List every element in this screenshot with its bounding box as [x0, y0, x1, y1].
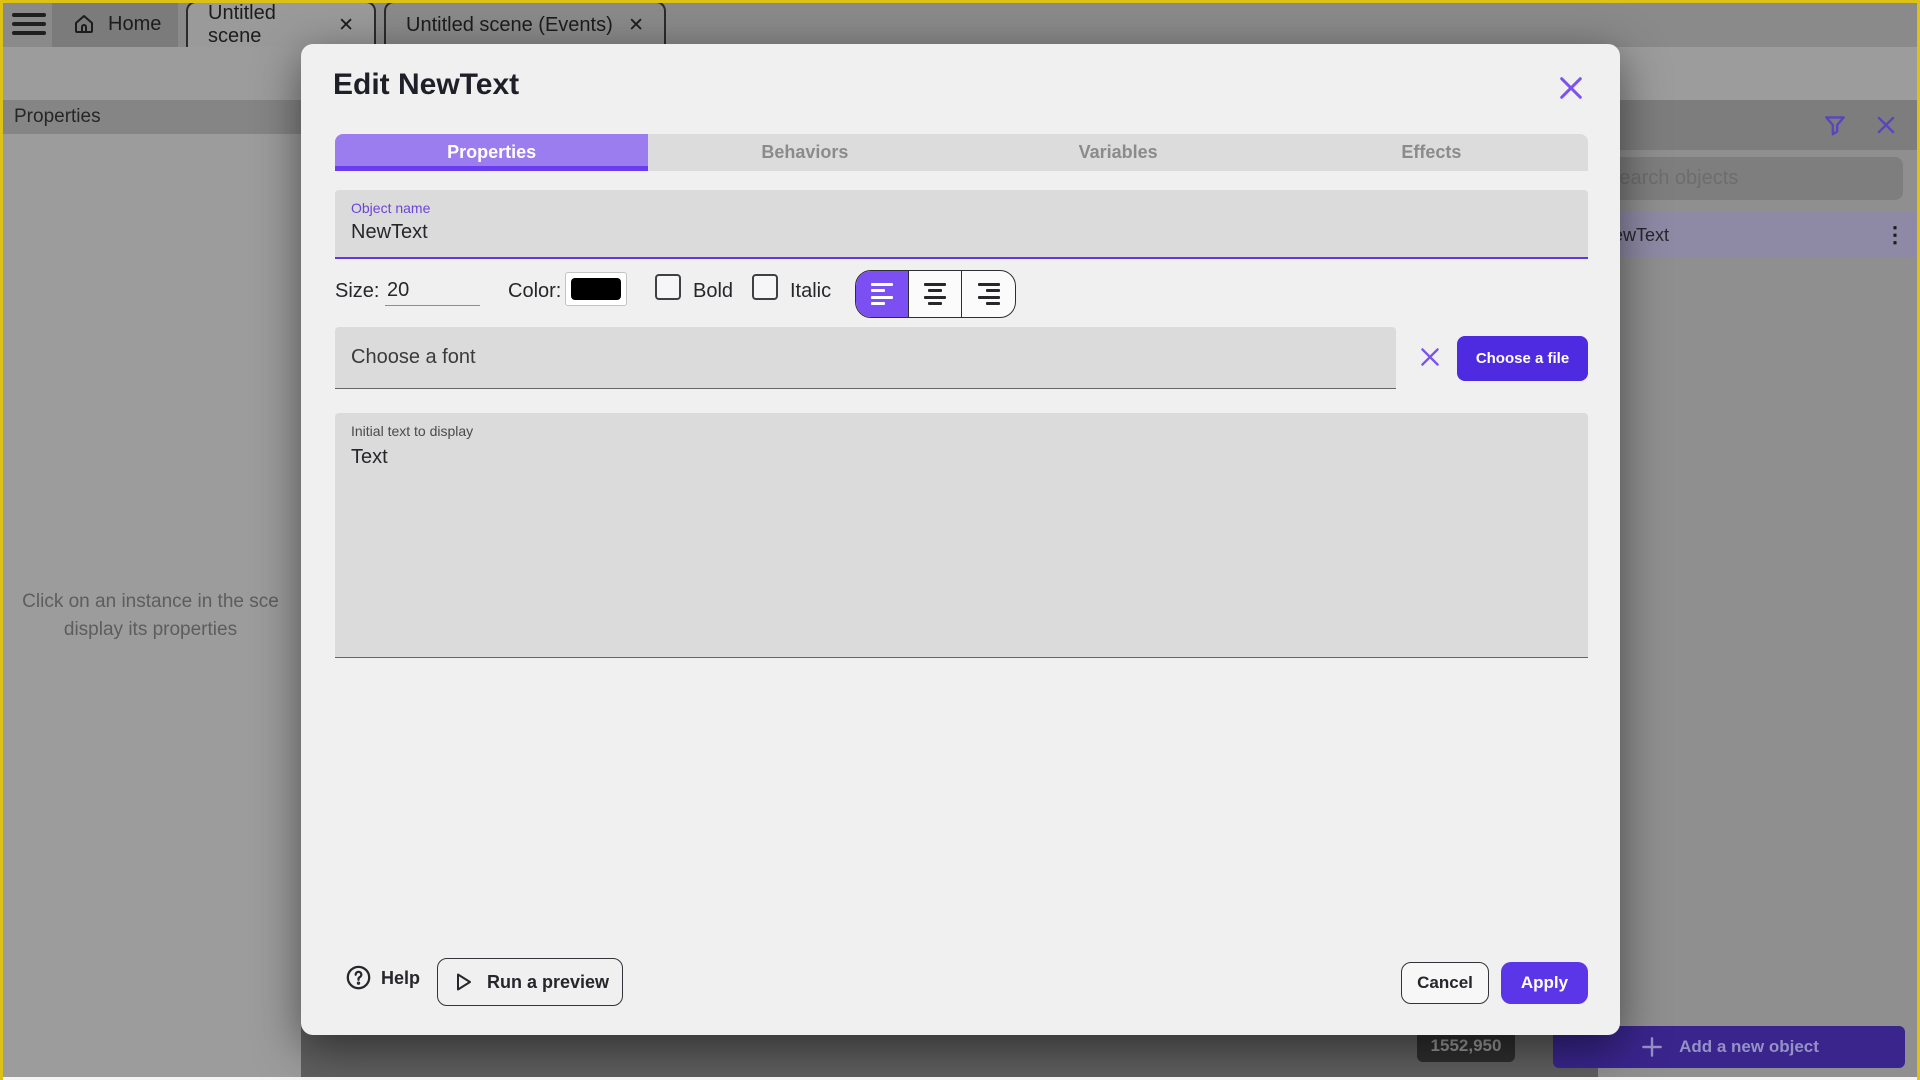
- tab-untitled-scene[interactable]: Untitled scene ✕: [186, 1, 376, 47]
- align-right-icon: [977, 282, 1000, 306]
- bold-checkbox[interactable]: [655, 274, 681, 300]
- close-panel-icon[interactable]: [1874, 113, 1898, 137]
- close-tab-icon[interactable]: ✕: [338, 14, 354, 37]
- align-left-icon: [871, 282, 893, 306]
- dialog-close-icon[interactable]: [1555, 72, 1587, 104]
- text-alignment-group: [855, 270, 1016, 318]
- plus-icon: [1639, 1034, 1665, 1060]
- cancel-button[interactable]: Cancel: [1401, 962, 1489, 1004]
- kebab-menu-icon[interactable]: ⋮: [1884, 222, 1910, 248]
- add-new-object-label: Add a new object: [1679, 1037, 1819, 1056]
- objects-panel-header: [1598, 100, 1920, 150]
- home-icon: [72, 12, 96, 36]
- align-center-button[interactable]: [909, 271, 962, 317]
- tab-properties[interactable]: Properties: [335, 134, 649, 171]
- tab-variables[interactable]: Variables: [961, 134, 1275, 171]
- apply-button[interactable]: Apply: [1501, 962, 1588, 1004]
- size-input[interactable]: [385, 276, 480, 306]
- properties-panel: Properties Click on an instance in the s…: [0, 100, 301, 1077]
- search-objects-input[interactable]: Search objects: [1590, 157, 1903, 200]
- clear-font-icon[interactable]: [1417, 344, 1443, 370]
- properties-panel-header: Properties: [0, 100, 301, 134]
- tab-events-label: Untitled scene (Events): [406, 13, 613, 36]
- tab-behaviors[interactable]: Behaviors: [648, 134, 962, 171]
- edit-object-dialog: Edit NewText Properties Behaviors Variab…: [301, 44, 1620, 1035]
- tab-scene-label: Untitled scene: [208, 2, 276, 47]
- align-left-button[interactable]: [856, 271, 909, 317]
- filter-icon[interactable]: [1822, 112, 1848, 138]
- tab-effects[interactable]: Effects: [1274, 134, 1588, 171]
- initial-text-value: Text: [351, 446, 388, 468]
- object-name-value: NewText: [351, 221, 428, 243]
- size-label: Size:: [335, 280, 380, 302]
- object-name-field[interactable]: Object name NewText: [335, 190, 1588, 259]
- dialog-tab-bar: Properties Behaviors Variables Effects: [335, 134, 1588, 171]
- align-right-button[interactable]: [962, 271, 1015, 317]
- align-center-icon: [924, 282, 946, 306]
- initial-text-field[interactable]: Initial text to display Text: [335, 413, 1588, 658]
- object-list-item-newtext[interactable]: NewText ⋮: [1590, 212, 1920, 258]
- font-select[interactable]: Choose a font: [335, 327, 1396, 389]
- help-link[interactable]: Help: [381, 968, 420, 989]
- help-icon[interactable]: [345, 964, 372, 991]
- dialog-title: Edit NewText: [333, 68, 520, 101]
- run-preview-label: Run a preview: [486, 971, 610, 992]
- properties-panel-title: Properties: [14, 106, 101, 127]
- initial-text-label: Initial text to display: [351, 423, 474, 439]
- choose-file-button[interactable]: Choose a file: [1457, 336, 1588, 381]
- properties-empty-message: Click on an instance in the sce display …: [22, 591, 279, 640]
- app-window: Home Untitled scene ✕ Untitled scene (Ev…: [0, 0, 1920, 1080]
- close-tab-icon[interactable]: ✕: [628, 14, 644, 37]
- hamburger-menu-icon[interactable]: [12, 13, 46, 35]
- color-swatch-button[interactable]: [565, 272, 627, 306]
- play-icon: [451, 970, 475, 994]
- italic-checkbox[interactable]: [752, 274, 778, 300]
- run-preview-button[interactable]: Run a preview: [437, 958, 623, 1006]
- bold-label: Bold: [693, 280, 734, 302]
- color-label: Color:: [508, 280, 562, 302]
- object-name-label: Object name: [351, 200, 431, 216]
- tab-untitled-scene-events[interactable]: Untitled scene (Events) ✕: [384, 1, 666, 47]
- italic-label: Italic: [790, 280, 832, 302]
- color-swatch: [571, 278, 621, 300]
- objects-panel: Search objects NewText ⋮: [1590, 100, 1920, 1077]
- tab-home-label: Home: [108, 12, 162, 35]
- window-tab-bar: Home Untitled scene ✕ Untitled scene (Ev…: [0, 0, 1920, 47]
- tab-home[interactable]: Home: [52, 1, 178, 47]
